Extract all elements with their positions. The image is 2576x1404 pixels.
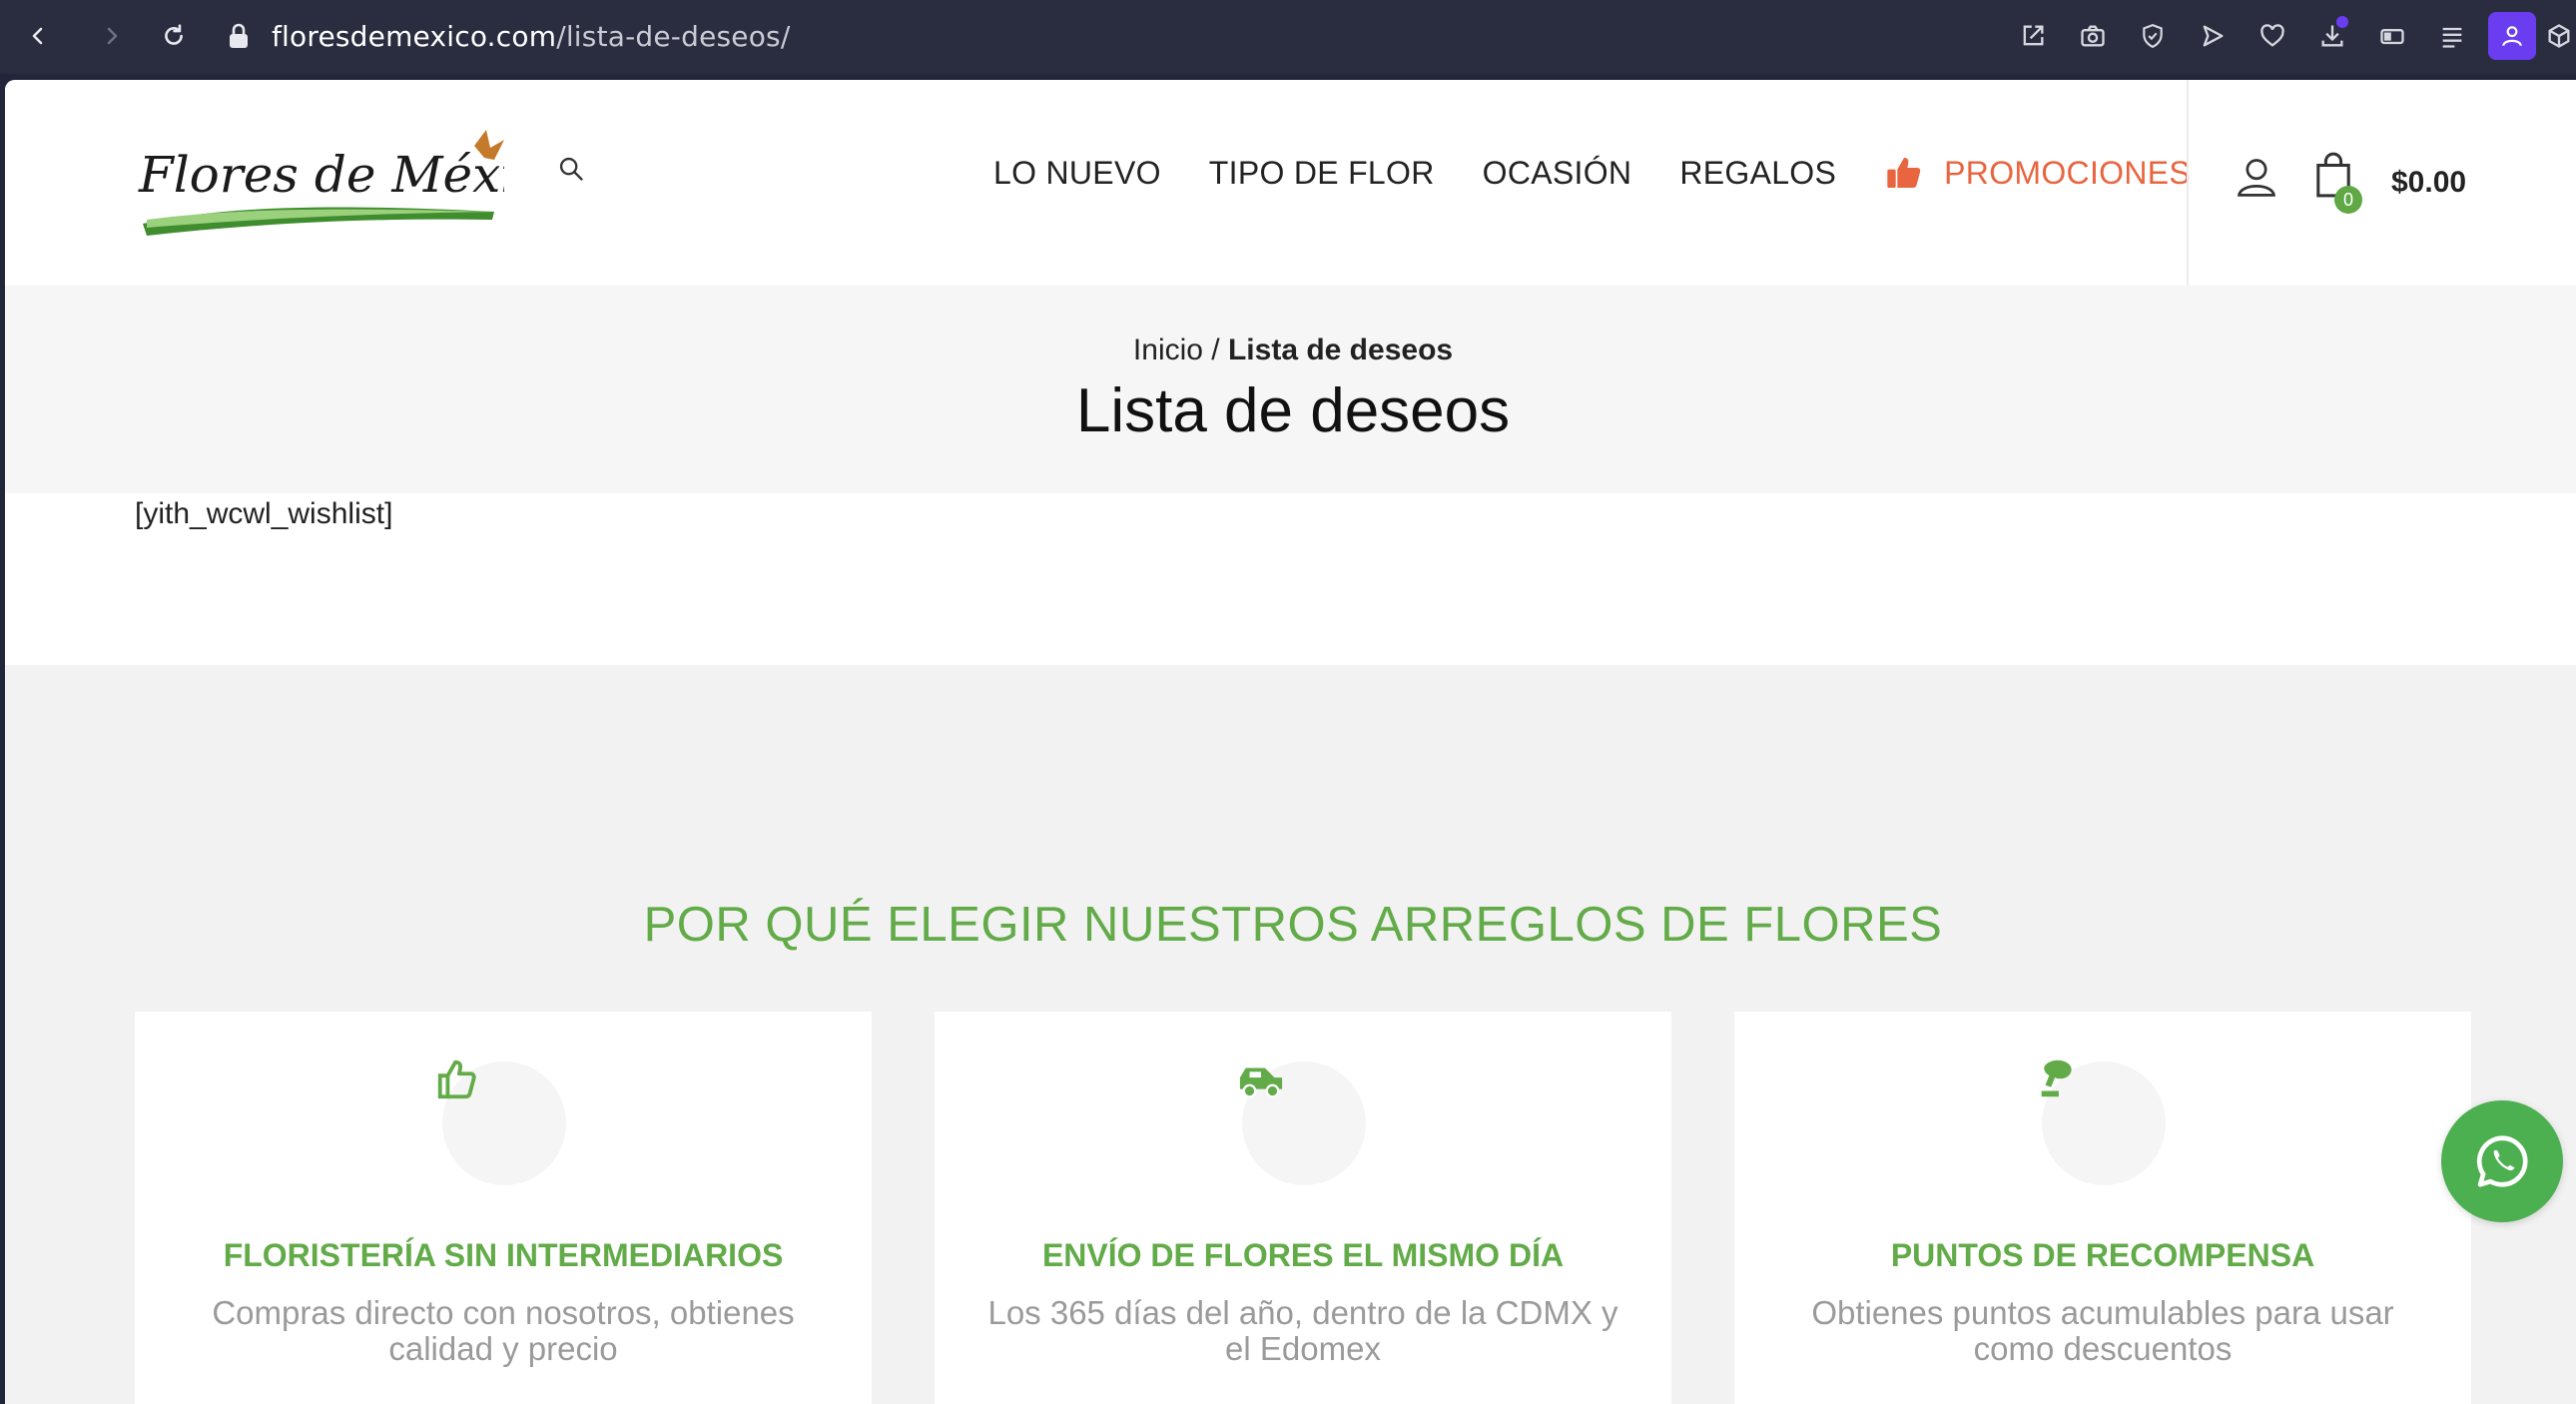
browser-toolbar: floresdemexico.com/lista-de-deseos/ [0, 0, 2576, 74]
thumbs-up-icon [1887, 158, 1921, 188]
wishlist-shortcode-text: [yith_wcwl_wishlist] [135, 497, 393, 530]
card-title: ENVÍO DE FLORES EL MISMO DÍA [1041, 1237, 1565, 1273]
camera-icon [2081, 25, 2105, 47]
card-title: FLORISTERÍA SIN INTERMEDIARIOS [223, 1237, 784, 1273]
send-button[interactable] [2183, 14, 2243, 58]
card-text: Los 365 días del año, dentro de la CDMX … [987, 1294, 1618, 1367]
reload-icon [165, 24, 183, 45]
share-button[interactable] [2003, 14, 2063, 58]
chevron-right-icon [107, 27, 118, 45]
breadcrumb-separator: / [1202, 334, 1228, 366]
whatsapp-button[interactable] [2441, 1100, 2563, 1222]
cart-count-badge: 0 [2334, 186, 2362, 214]
address-bar[interactable]: floresdemexico.com/lista-de-deseos/ [228, 14, 790, 58]
card-title: PUNTOS DE RECOMPENSA [1890, 1237, 2315, 1273]
logo-text: Flores de México [138, 146, 504, 204]
battery-icon [2380, 29, 2404, 45]
card-text: Obtienes puntos acumulables para usar co… [1811, 1294, 2394, 1367]
lock-icon [230, 23, 248, 48]
section-heading: POR QUÉ ELEGIR NUESTROS ARREGLOS DE FLOR… [643, 898, 1943, 952]
extensions-button[interactable] [2542, 14, 2576, 58]
nav-lo-nuevo[interactable]: LO NUEVO [993, 155, 1161, 192]
screenshot-button[interactable] [2063, 14, 2123, 58]
url-domain: floresdemexico.com [272, 19, 557, 53]
feature-card-rewards: PUNTOS DE RECOMPENSA Obtienes puntos acu… [1734, 1012, 2471, 1404]
page-title-section: Inicio / Lista de deseos Lista de deseos [5, 286, 2576, 493]
site-header: Flores de México LO NUEVO TIPO DE FLOR O… [5, 80, 2576, 286]
send-icon [2203, 25, 2224, 47]
url-path: /lista-de-deseos/ [556, 19, 791, 53]
favorites-button[interactable] [2243, 14, 2302, 58]
edit-share-icon [2023, 25, 2044, 46]
header-search-button[interactable] [557, 155, 585, 187]
feature-card-no-middlemen: FLORISTERÍA SIN INTERMEDIARIOS Compras d… [135, 1012, 872, 1404]
nav-promociones-label: PROMOCIONES [1944, 154, 2192, 191]
breadcrumb-home-link[interactable]: Inicio [1133, 334, 1203, 366]
chevron-left-icon [32, 27, 43, 45]
forward-button[interactable] [92, 16, 132, 56]
battery-saver-button[interactable] [2362, 14, 2422, 58]
search-icon [559, 157, 583, 181]
cart-total[interactable]: $0.00 [2391, 166, 2466, 200]
account-button[interactable] [2235, 154, 2278, 204]
main-nav: LO NUEVO TIPO DE FLOR OCASIÓN REGALOS PR… [993, 150, 2239, 196]
page-title: Lista de deseos [1075, 376, 1511, 445]
user-icon [2237, 159, 2276, 197]
why-choose-section: POR QUÉ ELEGIR NUESTROS ARREGLOS DE FLOR… [5, 665, 2576, 1404]
card-text: Compras directo con nosotros, obtienes c… [212, 1294, 795, 1367]
downloads-button[interactable] [2302, 14, 2362, 58]
download-indicator [2336, 16, 2348, 28]
web-page: Flores de México LO NUEVO TIPO DE FLOR O… [5, 80, 2576, 1404]
logo-graphic: Flores de México [138, 130, 574, 236]
shield-icon [2143, 24, 2163, 49]
menu-lines-icon [2442, 27, 2462, 48]
shield-button[interactable] [2123, 14, 2183, 58]
user-icon [2502, 26, 2522, 47]
thumbs-up-icon [437, 1059, 476, 1099]
delivery-car-icon [1239, 1067, 1283, 1098]
back-button[interactable] [18, 16, 58, 56]
nav-regalos[interactable]: REGALOS [1679, 155, 1836, 192]
nav-tipo-de-flor[interactable]: TIPO DE FLOR [1209, 155, 1435, 192]
header-divider [2187, 80, 2189, 286]
profile-button[interactable] [2488, 12, 2536, 60]
heart-icon [2260, 24, 2284, 47]
cube-icon [2548, 24, 2570, 48]
feature-card-same-day: ENVÍO DE FLORES EL MISMO DÍA Los 365 día… [935, 1012, 1671, 1404]
breadcrumb: Inicio / Lista de deseos [5, 334, 2576, 367]
menu-button[interactable] [2422, 14, 2482, 58]
breadcrumb-current: Lista de deseos [1227, 334, 1454, 366]
nav-ocasion[interactable]: OCASIÓN [1483, 155, 1632, 192]
whatsapp-icon [2476, 1135, 2528, 1187]
reload-button[interactable] [154, 16, 194, 56]
site-logo[interactable]: Flores de México [135, 128, 574, 248]
nav-promociones[interactable]: PROMOCIONES [1884, 153, 2191, 193]
badge-icon [2041, 1059, 2072, 1097]
